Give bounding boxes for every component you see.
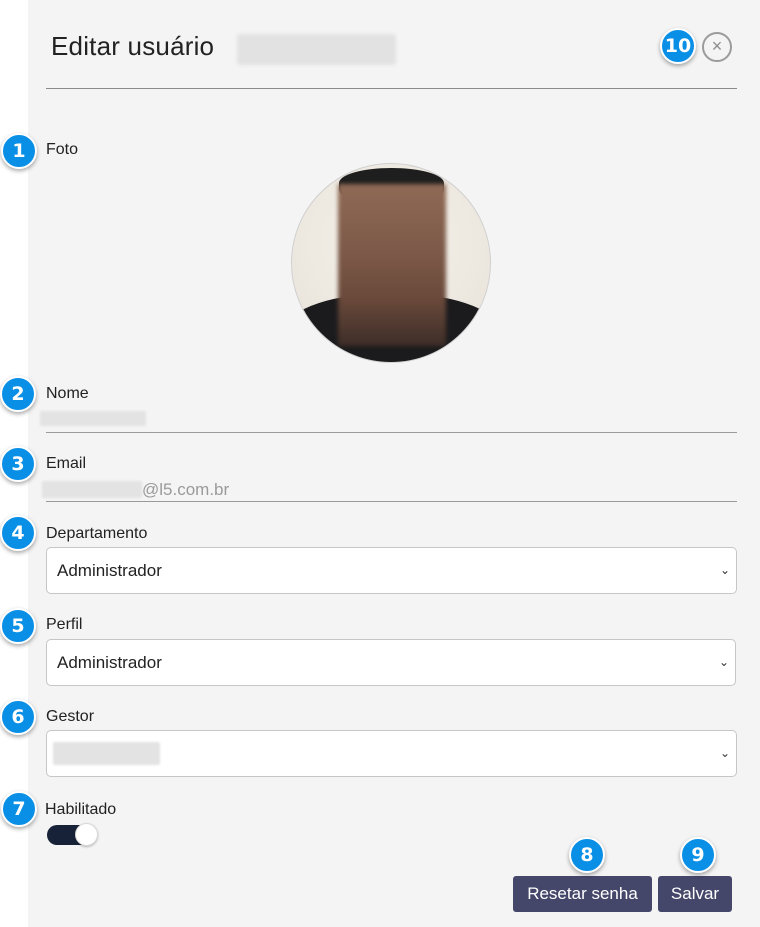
step-marker: 10 <box>660 28 696 64</box>
avatar[interactable] <box>291 163 491 363</box>
step-marker: 8 <box>569 837 605 873</box>
department-label: Departamento <box>46 525 148 542</box>
photo-label: Foto <box>46 141 79 158</box>
profile-value: Administrador <box>57 653 162 672</box>
email-field-redacted[interactable] <box>42 481 142 498</box>
step-marker: 5 <box>0 608 36 644</box>
step-marker: 1 <box>1 133 37 169</box>
email-label: Email <box>46 455 87 472</box>
step-marker: 9 <box>680 837 716 873</box>
step-marker: 3 <box>0 446 36 482</box>
department-value: Administrador <box>57 561 162 580</box>
email-domain-text: @l5.com.br <box>142 480 230 499</box>
reset-password-button[interactable]: Resetar senha <box>513 876 652 912</box>
name-field-redacted[interactable] <box>40 411 146 426</box>
name-label: Nome <box>46 385 89 402</box>
department-select[interactable]: Administrador ⌄ <box>46 547 737 594</box>
chevron-down-icon: ⌄ <box>719 746 730 760</box>
toggle-knob <box>75 823 98 846</box>
step-marker: 6 <box>0 699 36 735</box>
manager-value-redacted <box>53 742 160 765</box>
enabled-label: Habilitado <box>45 801 117 818</box>
dialog-title: Editar usuário <box>51 31 215 61</box>
edit-user-panel <box>28 0 760 927</box>
user-name-redacted <box>237 34 396 65</box>
enabled-toggle[interactable] <box>47 823 98 846</box>
close-icon: × <box>711 36 723 56</box>
step-marker: 4 <box>0 515 36 551</box>
name-field-underline <box>46 432 737 433</box>
avatar-face-redacted <box>338 184 446 346</box>
chevron-down-icon: ⌄ <box>718 655 729 669</box>
profile-label: Perfil <box>46 616 83 633</box>
manager-label: Gestor <box>46 708 95 725</box>
header-divider <box>46 88 737 89</box>
step-marker: 7 <box>1 791 37 827</box>
step-marker: 2 <box>0 376 36 412</box>
profile-select[interactable]: Administrador ⌄ <box>46 639 736 686</box>
save-button[interactable]: Salvar <box>658 876 732 912</box>
manager-select[interactable]: ⌄ <box>46 730 737 777</box>
close-button[interactable]: × <box>702 32 732 62</box>
chevron-down-icon: ⌄ <box>719 563 730 577</box>
email-field-underline <box>46 501 737 502</box>
